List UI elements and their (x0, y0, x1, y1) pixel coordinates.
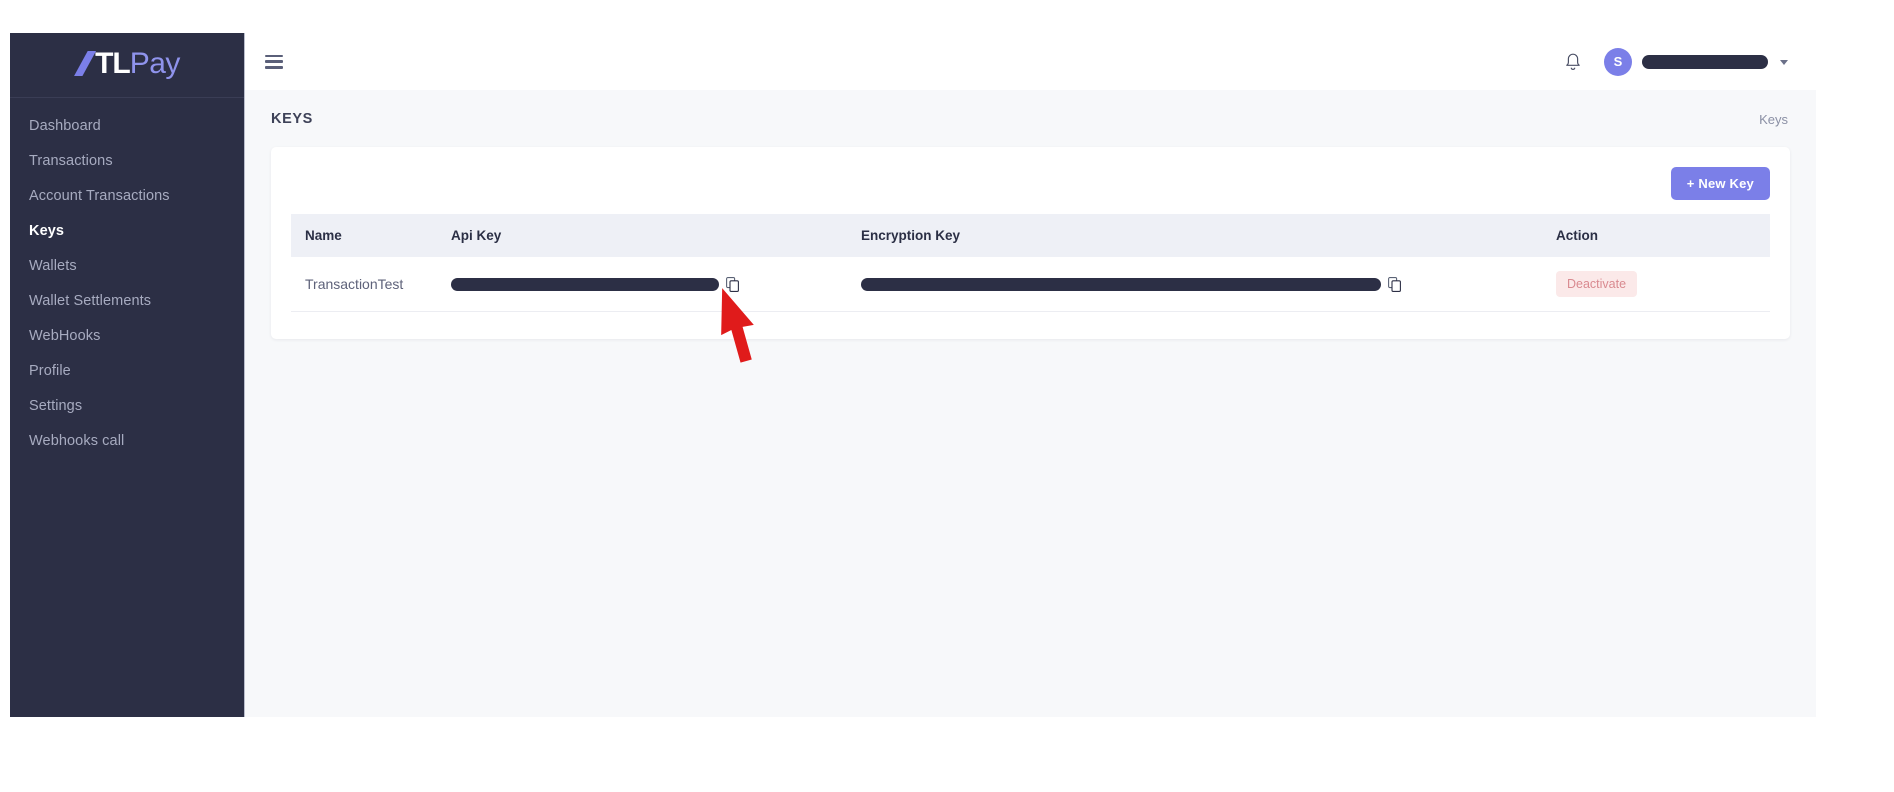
column-header-encryption-key[interactable]: Encryption Key (861, 214, 1540, 257)
keys-table-head: Name Api Key Encryption Key Action (291, 214, 1770, 257)
page-title: KEYS (271, 111, 313, 127)
column-header-name[interactable]: Name (291, 214, 451, 257)
header-actions: S (1564, 47, 1788, 76)
top-header: S (245, 33, 1816, 90)
table-row: TransactionTest Deactivate (291, 257, 1770, 312)
app-logo[interactable]: TL Pay (10, 33, 244, 95)
user-menu[interactable]: S (1604, 47, 1788, 76)
sidebar-item-webhooks-call[interactable]: Webhooks call (10, 423, 244, 458)
logo-pay: Pay (129, 47, 181, 80)
api-key-redacted (451, 277, 719, 291)
sidebar-item-settings[interactable]: Settings (10, 388, 244, 423)
table-header-row: Name Api Key Encryption Key Action (291, 214, 1770, 257)
hamburger-bar (265, 60, 283, 63)
sidebar-item-account-transactions[interactable]: Account Transactions (10, 178, 244, 213)
logo-text: TL Pay (74, 47, 180, 81)
deactivate-button[interactable]: Deactivate (1556, 271, 1638, 297)
sidebar-item-transactions[interactable]: Transactions (10, 143, 244, 178)
bell-icon[interactable] (1564, 52, 1582, 72)
sidebar-item-keys[interactable]: Keys (10, 213, 244, 248)
hamburger-bar (265, 66, 283, 69)
sidebar-item-dashboard[interactable]: Dashboard (10, 108, 244, 143)
sidebar-item-wallets[interactable]: Wallets (10, 248, 244, 283)
breadcrumb: Keys (1759, 111, 1788, 127)
sidebar-item-profile[interactable]: Profile (10, 353, 244, 388)
keys-card: + New Key Name Api Key Encryption Key Ac… (271, 147, 1790, 339)
username-redacted (1642, 54, 1768, 69)
page-content: KEYS Keys + New Key Name Api Key Encrypt… (245, 90, 1816, 717)
page-header: KEYS Keys (245, 90, 1816, 134)
cell-api-key (451, 257, 861, 312)
cell-encryption-key (861, 257, 1540, 312)
api-key-value (451, 276, 861, 292)
app-root: TL Pay Dashboard Transactions Account Tra… (0, 0, 1894, 792)
sidebar-item-wallet-settlements[interactable]: Wallet Settlements (10, 283, 244, 318)
encryption-key-value (861, 276, 1540, 292)
keys-table: Name Api Key Encryption Key Action Trans… (291, 214, 1770, 312)
cell-name: TransactionTest (291, 257, 451, 312)
cell-action: Deactivate (1540, 257, 1770, 312)
sidebar-divider (10, 97, 244, 98)
copy-encryption-key-icon[interactable] (1388, 276, 1401, 292)
keys-table-body: TransactionTest Deactivate (291, 257, 1770, 312)
encryption-key-redacted (861, 277, 1381, 291)
column-header-api-key[interactable]: Api Key (451, 214, 861, 257)
hamburger-bar (265, 54, 283, 57)
hamburger-icon[interactable] (265, 54, 283, 69)
new-key-button[interactable]: + New Key (1670, 167, 1770, 200)
chevron-down-icon[interactable] (1780, 60, 1788, 65)
column-header-action[interactable]: Action (1540, 214, 1770, 257)
copy-api-key-icon[interactable] (726, 276, 739, 292)
sidebar: TL Pay Dashboard Transactions Account Tra… (10, 33, 245, 717)
logo-a-mark-icon (74, 51, 97, 76)
card-toolbar: + New Key (291, 163, 1770, 214)
avatar: S (1604, 47, 1632, 76)
logo-atl: TL (95, 47, 131, 80)
sidebar-item-webhooks[interactable]: WebHooks (10, 318, 244, 353)
